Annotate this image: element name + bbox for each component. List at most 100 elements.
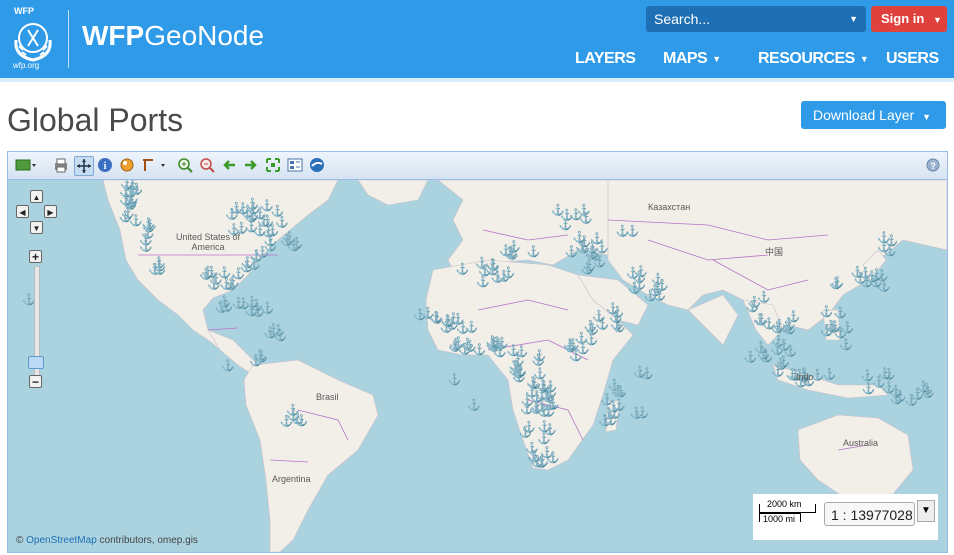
previous-extent-icon[interactable] <box>220 156 238 174</box>
port-anchor-icon[interactable]: ⚓ <box>519 426 533 439</box>
port-anchor-icon[interactable]: ⚓ <box>511 354 525 367</box>
port-anchor-icon[interactable]: ⚓ <box>609 310 623 323</box>
google-earth-icon[interactable] <box>308 156 326 174</box>
port-anchor-icon[interactable]: ⚓ <box>823 367 837 380</box>
port-anchor-icon[interactable]: ⚓ <box>653 289 667 302</box>
zoom-out-icon[interactable] <box>198 156 216 174</box>
port-anchor-icon[interactable]: ⚓ <box>616 225 630 238</box>
port-anchor-icon[interactable]: ⚓ <box>834 326 848 339</box>
port-anchor-icon[interactable]: ⚓ <box>139 233 153 246</box>
openstreetmap-link[interactable]: OpenStreetMap <box>26 535 97 546</box>
port-anchor-icon[interactable]: ⚓ <box>253 224 267 237</box>
port-anchor-icon[interactable]: ⚓ <box>877 279 891 292</box>
port-anchor-icon[interactable]: ⚓ <box>456 262 470 275</box>
scale-ratio-input[interactable]: 1 : 13977028 <box>824 502 915 526</box>
port-anchor-icon[interactable]: ⚓ <box>839 338 853 351</box>
port-anchor-icon[interactable]: ⚓ <box>536 379 550 392</box>
info-icon[interactable]: i <box>96 156 114 174</box>
port-anchor-icon[interactable]: ⚓ <box>236 202 250 215</box>
scale-dropdown-icon[interactable]: ▼ <box>917 500 935 522</box>
port-anchor-icon[interactable]: ⚓ <box>538 420 552 433</box>
nav-maps[interactable]: MAPS ▼ <box>663 50 721 68</box>
port-anchor-icon[interactable]: ⚓ <box>221 359 235 372</box>
port-anchor-icon[interactable]: ⚓ <box>476 275 490 288</box>
port-anchor-icon[interactable]: ⚓ <box>527 245 541 258</box>
port-anchor-icon[interactable]: ⚓ <box>463 340 477 353</box>
port-anchor-icon[interactable]: ⚓ <box>448 373 462 386</box>
port-anchor-icon[interactable]: ⚓ <box>614 385 628 398</box>
wfp-logo[interactable]: WFP wfp.org <box>6 6 60 70</box>
port-anchor-icon[interactable]: ⚓ <box>413 308 427 321</box>
port-anchor-icon[interactable]: ⚓ <box>255 350 269 363</box>
zoom-in-button[interactable]: + <box>29 250 42 264</box>
port-anchor-icon[interactable]: ⚓ <box>532 354 546 367</box>
port-anchor-icon[interactable]: ⚓ <box>274 329 288 342</box>
port-anchor-icon[interactable]: ⚓ <box>748 295 762 308</box>
search-dropdown-icon[interactable]: ▼ <box>849 6 858 32</box>
pan-right-button[interactable]: ▶ <box>44 205 57 218</box>
port-anchor-icon[interactable]: ⚓ <box>834 306 848 319</box>
port-anchor-icon[interactable]: ⚓ <box>218 295 232 308</box>
query-icon[interactable] <box>140 156 168 174</box>
port-anchor-icon[interactable]: ⚓ <box>241 256 255 269</box>
port-anchor-icon[interactable]: ⚓ <box>256 245 270 258</box>
nav-resources[interactable]: RESOURCES ▼ <box>758 50 869 68</box>
port-anchor-icon[interactable]: ⚓ <box>260 199 274 212</box>
port-anchor-icon[interactable]: ⚓ <box>487 258 501 271</box>
port-anchor-icon[interactable]: ⚓ <box>512 370 526 383</box>
pan-icon[interactable] <box>74 156 94 176</box>
zoom-in-icon[interactable] <box>176 156 194 174</box>
port-anchor-icon[interactable]: ⚓ <box>583 259 597 272</box>
port-anchor-icon[interactable]: ⚓ <box>757 347 771 360</box>
port-anchor-icon[interactable]: ⚓ <box>870 268 884 281</box>
port-anchor-icon[interactable]: ⚓ <box>579 211 593 224</box>
zoom-slider-handle[interactable] <box>28 356 44 369</box>
port-anchor-icon[interactable]: ⚓ <box>576 342 590 355</box>
port-anchor-icon[interactable]: ⚓ <box>232 267 246 280</box>
port-anchor-icon[interactable]: ⚓ <box>628 281 642 294</box>
zoom-out-button[interactable]: − <box>29 375 42 389</box>
port-anchor-icon[interactable]: ⚓ <box>771 364 785 377</box>
port-anchor-icon[interactable]: ⚓ <box>130 183 144 196</box>
port-anchor-icon[interactable]: ⚓ <box>851 266 865 279</box>
port-anchor-icon[interactable]: ⚓ <box>153 262 167 275</box>
port-anchor-icon[interactable]: ⚓ <box>634 265 648 278</box>
print-icon[interactable] <box>52 156 70 174</box>
measure-icon[interactable] <box>118 156 136 174</box>
port-anchor-icon[interactable]: ⚓ <box>440 321 454 334</box>
port-anchor-icon[interactable]: ⚓ <box>495 337 509 350</box>
port-anchor-icon[interactable]: ⚓ <box>829 277 843 290</box>
port-anchor-icon[interactable]: ⚓ <box>232 296 246 309</box>
nav-layers[interactable]: LAYERS <box>575 50 636 68</box>
nav-users[interactable]: USERS <box>886 50 939 68</box>
port-anchor-icon[interactable]: ⚓ <box>636 406 650 419</box>
port-anchor-icon[interactable]: ⚓ <box>467 398 481 411</box>
zoom-to-max-extent-icon[interactable] <box>264 156 282 174</box>
port-anchor-icon[interactable]: ⚓ <box>209 272 223 285</box>
port-anchor-icon[interactable]: ⚓ <box>592 310 606 323</box>
layer-switcher-icon[interactable] <box>14 156 38 174</box>
port-anchor-icon[interactable]: ⚓ <box>544 398 558 411</box>
port-anchor-icon[interactable]: ⚓ <box>878 367 892 380</box>
port-anchor-icon[interactable]: ⚓ <box>820 305 834 318</box>
port-anchor-icon[interactable]: ⚓ <box>465 320 479 333</box>
port-anchor-icon[interactable]: ⚓ <box>782 317 796 330</box>
pan-left-button[interactable]: ◀ <box>16 205 29 218</box>
port-anchor-icon[interactable]: ⚓ <box>777 339 791 352</box>
sign-in-button[interactable]: Sign in ▼ <box>871 6 947 32</box>
port-anchor-icon[interactable]: ⚓ <box>505 247 519 260</box>
port-anchor-icon[interactable]: ⚓ <box>604 413 618 426</box>
port-anchor-icon[interactable]: ⚓ <box>921 385 935 398</box>
pan-down-button[interactable]: ▼ <box>30 221 43 234</box>
port-anchor-icon[interactable]: ⚓ <box>295 414 309 427</box>
port-anchor-icon[interactable]: ⚓ <box>245 296 259 309</box>
port-anchor-icon[interactable]: ⚓ <box>142 220 156 233</box>
port-anchor-icon[interactable]: ⚓ <box>883 244 897 257</box>
port-anchor-icon[interactable]: ⚓ <box>531 455 545 468</box>
port-anchor-icon[interactable]: ⚓ <box>640 367 654 380</box>
pan-up-button[interactable]: ▲ <box>30 190 43 203</box>
help-icon[interactable]: ? <box>924 156 942 174</box>
port-anchor-icon[interactable]: ⚓ <box>280 233 294 246</box>
next-extent-icon[interactable] <box>242 156 260 174</box>
port-anchor-icon[interactable]: ⚓ <box>551 203 565 216</box>
